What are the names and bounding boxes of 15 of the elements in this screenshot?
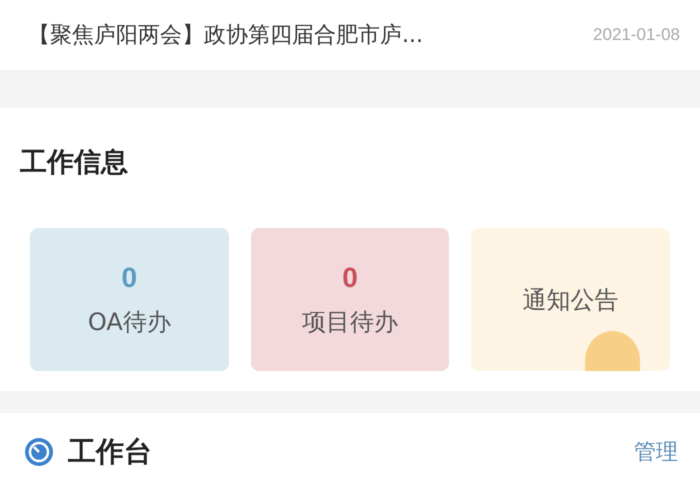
work-card[interactable]: 通知公告 — [471, 228, 670, 371]
work-card[interactable]: 0 OA待办 — [30, 228, 229, 371]
work-card[interactable]: 0 项目待办 — [250, 228, 450, 371]
count: 0 — [342, 262, 358, 294]
count: 0 — [122, 262, 138, 294]
card-label: OA待办 — [88, 306, 171, 338]
news-title: 【聚焦庐阳两会】政协第四届合肥市庐... — [28, 22, 423, 50]
clock-icon — [24, 436, 54, 466]
news-item[interactable]: 【聚焦庐阳两会】政协第四届合肥市庐... 2021-01-08 — [0, 0, 700, 70]
manage-link[interactable]: 管理 — [634, 436, 678, 466]
card-label: 通知公告 — [522, 284, 619, 316]
workbench-title: 工作台 — [68, 434, 152, 470]
news-date: 2021-01-08 — [593, 25, 680, 45]
section-title: 工作信息 — [20, 146, 128, 180]
card-label: 项目待办 — [302, 306, 398, 338]
